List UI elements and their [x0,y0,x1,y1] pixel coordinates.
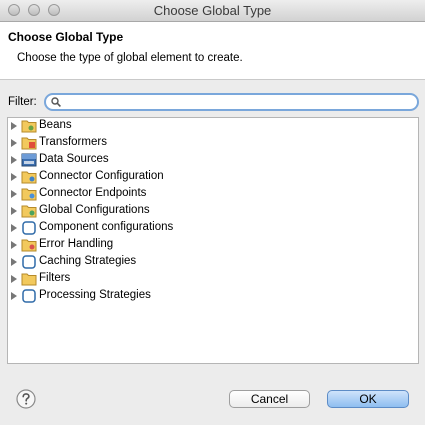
component-frame-icon [22,289,36,303]
tree-item-connector-endpoints[interactable]: Connector Endpoints [8,186,418,203]
ok-button[interactable]: OK [327,390,409,408]
expand-arrow-icon[interactable] [11,156,17,164]
folder-config-icon [21,205,37,218]
tree-item-label: Beans [39,119,72,131]
help-icon[interactable] [16,389,36,409]
tree-item-label: Connector Endpoints [39,187,147,199]
tree-item-label: Processing Strategies [39,289,151,301]
expand-arrow-icon[interactable] [11,207,17,215]
tree-item-connector-configuration[interactable]: Connector Configuration [8,169,418,186]
folder-bean-icon [21,120,37,133]
tree-item-label: Filters [39,272,71,284]
tree-item-label: Data Sources [39,153,109,165]
tree-item-label: Caching Strategies [39,255,137,267]
expand-arrow-icon[interactable] [11,258,17,266]
page-description: Choose the type of global element to cre… [17,52,243,64]
expand-arrow-icon[interactable] [11,122,17,130]
tree-item-processing-strategies[interactable]: Processing Strategies [8,288,418,305]
tree-item-global-configurations[interactable]: Global Configurations [8,203,418,220]
tree-item-caching-strategies[interactable]: Caching Strategies [8,254,418,271]
tree-item-data-sources[interactable]: Data Sources [8,152,418,169]
expand-arrow-icon[interactable] [11,241,17,249]
sql-database-icon [21,153,37,167]
dialog-header: Choose Global Type Choose the type of gl… [0,22,425,80]
title-bar: Choose Global Type [0,0,425,22]
component-frame-icon [22,221,36,235]
page-title: Choose Global Type [8,30,124,44]
expand-arrow-icon[interactable] [11,292,17,300]
filter-input[interactable] [64,95,404,109]
tree-item-filters[interactable]: Filters [8,271,418,288]
filter-search-field[interactable] [44,93,419,111]
tree-item-label: Connector Configuration [39,170,164,182]
folder-transformer-icon [21,137,37,150]
expand-arrow-icon[interactable] [11,139,17,147]
tree-item-label: Component configurations [39,221,174,233]
search-icon [51,97,61,107]
global-type-tree[interactable]: Beans Transformers Data Sources Connecto… [7,117,419,364]
tree-item-beans[interactable]: Beans [8,118,418,135]
folder-connector-icon [21,171,37,184]
dialog-window: Choose Global Type Choose Global Type Ch… [0,0,425,425]
component-frame-icon [22,255,36,269]
folder-error-icon [21,239,37,252]
expand-arrow-icon[interactable] [11,224,17,232]
expand-arrow-icon[interactable] [11,275,17,283]
expand-arrow-icon[interactable] [11,190,17,198]
tree-item-component-configurations[interactable]: Component configurations [8,220,418,237]
tree-item-label: Error Handling [39,238,114,250]
tree-item-error-handling[interactable]: Error Handling [8,237,418,254]
window-title: Choose Global Type [153,3,272,18]
folder-endpoint-icon [21,188,37,201]
tree-item-label: Transformers [39,136,107,148]
tree-item-label: Global Configurations [39,204,150,216]
folder-icon [21,273,37,286]
cancel-button[interactable]: Cancel [229,390,310,408]
filter-label: Filter: [8,96,37,108]
expand-arrow-icon[interactable] [11,173,17,181]
tree-item-transformers[interactable]: Transformers [8,135,418,152]
